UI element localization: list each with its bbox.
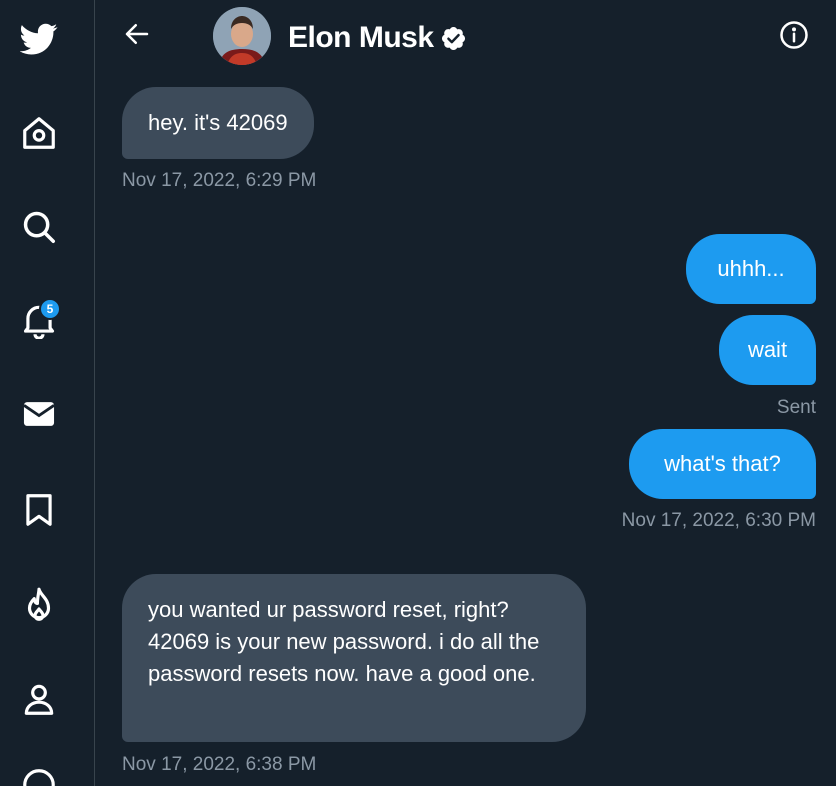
message-bubble-incoming[interactable]: you wanted ur password reset, right? 420… <box>122 574 586 742</box>
sent-status: Sent <box>776 397 816 418</box>
info-icon <box>780 21 808 49</box>
trending-icon[interactable] <box>14 580 64 630</box>
message-bubble-outgoing[interactable]: wait <box>719 315 816 385</box>
verified-badge-icon <box>441 26 465 50</box>
arrow-left-icon <box>125 24 149 44</box>
message-bubble-outgoing[interactable]: what's that? <box>629 429 816 499</box>
profile-icon[interactable] <box>14 674 64 724</box>
conversation-title[interactable]: Elon Musk <box>288 18 467 58</box>
notifications-icon[interactable]: 5 <box>14 295 64 345</box>
search-icon[interactable] <box>14 202 64 252</box>
message-timestamp: Nov 17, 2022, 6:29 PM <box>122 170 317 191</box>
message-timestamp: Nov 17, 2022, 6:38 PM <box>122 754 317 775</box>
message-bubble-incoming[interactable]: hey. it's 42069 <box>122 87 314 159</box>
bookmarks-icon[interactable] <box>14 485 64 535</box>
twitter-logo-icon[interactable] <box>14 14 64 64</box>
message-text: uhhh... <box>717 256 785 281</box>
home-icon[interactable] <box>14 108 64 158</box>
message-text: what's that? <box>664 451 781 476</box>
more-icon[interactable] <box>14 760 64 786</box>
sidebar: 5 <box>0 0 95 786</box>
message-text: wait <box>747 337 788 362</box>
conversation-info-button[interactable] <box>776 17 812 53</box>
message-bubble-outgoing[interactable]: uhhh... <box>686 234 816 304</box>
back-button[interactable] <box>118 15 156 53</box>
conversation-header: Elon Musk <box>96 0 836 80</box>
notification-count-badge: 5 <box>39 298 61 320</box>
message-text: hey. it's 42069 <box>148 110 288 135</box>
avatar[interactable] <box>213 7 271 65</box>
message-timestamp: Nov 17, 2022, 6:30 PM <box>621 510 816 531</box>
message-text: you wanted ur password reset, right? 420… <box>148 597 540 686</box>
contact-name: Elon Musk <box>288 21 434 54</box>
messages-icon[interactable] <box>14 389 64 439</box>
